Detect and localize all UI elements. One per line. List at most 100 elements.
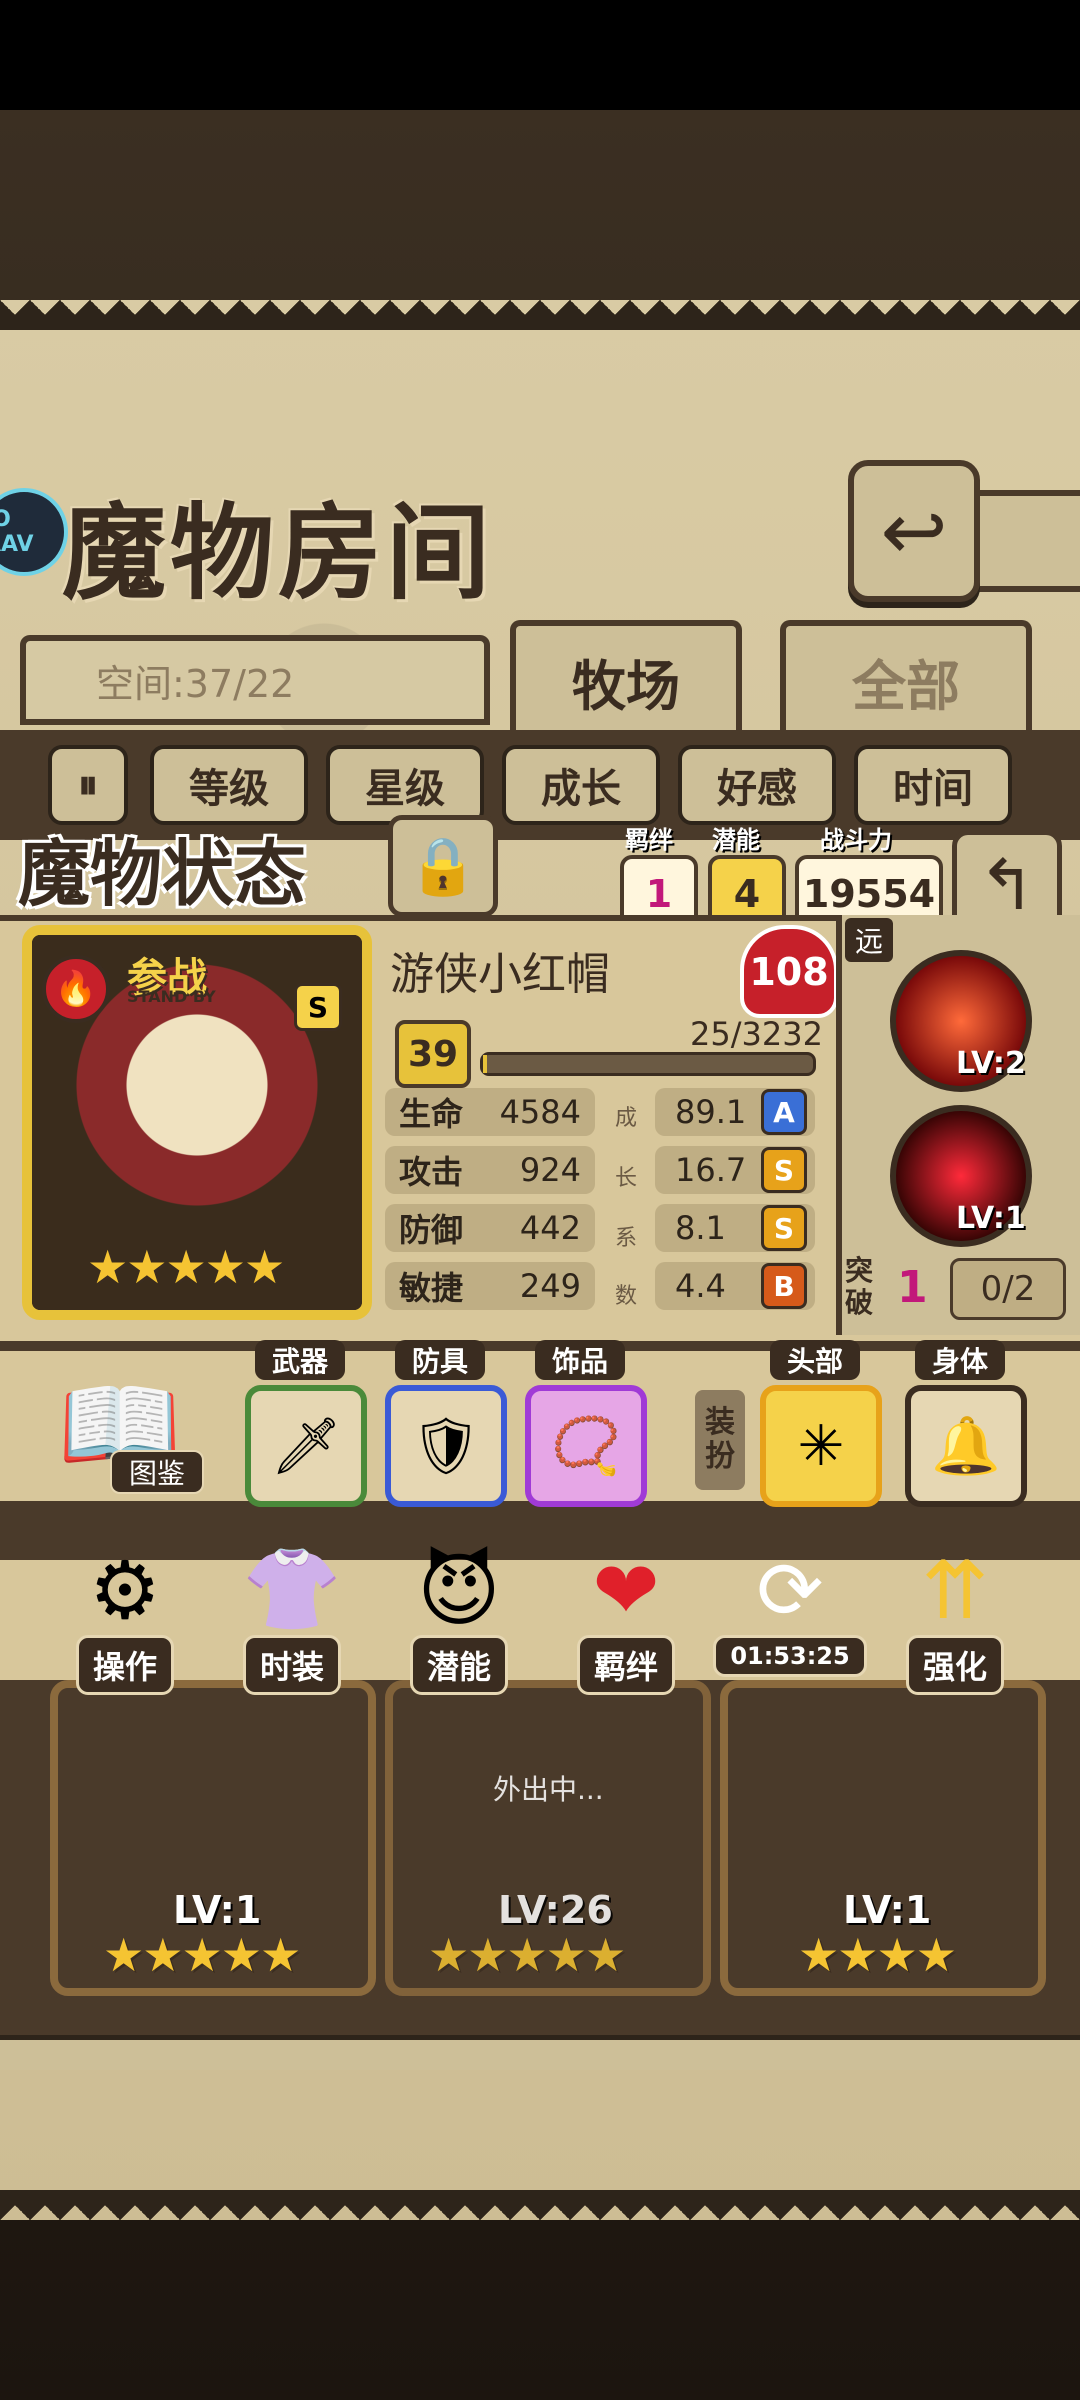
armor-slot[interactable]: 🛡 xyxy=(385,1385,507,1507)
operate-button[interactable]: ⚙ 操作 xyxy=(55,1535,195,1695)
shield-icon: 🛡 xyxy=(410,1414,482,1479)
dress-label: 装扮 xyxy=(695,1390,745,1490)
back-button-tab xyxy=(966,490,1080,592)
growth-value: 16.7 xyxy=(675,1151,747,1189)
growth-caption: 长 xyxy=(615,1166,638,1191)
accessory-slot[interactable]: 📿 xyxy=(525,1385,647,1507)
breakthrough-progress: 0/2 xyxy=(950,1258,1066,1320)
head-label: 头部 xyxy=(770,1340,860,1380)
back-button[interactable]: ↩ xyxy=(848,460,980,602)
lock-icon: 🔒 xyxy=(408,834,478,899)
filter-star[interactable]: 星级 xyxy=(326,745,484,825)
body-label: 身体 xyxy=(915,1340,1005,1380)
growth-value: 8.1 xyxy=(675,1209,726,1247)
breakthrough-label-2: 破 xyxy=(845,1286,874,1319)
hearts-icon: ❤ xyxy=(592,1543,660,1637)
breakthrough-value: 1 xyxy=(897,1262,928,1313)
growth-caption: 系 xyxy=(615,1226,638,1251)
growth-value: 4.4 xyxy=(675,1267,726,1305)
status-title: 魔物状态 xyxy=(18,832,307,916)
stat-value: 249 xyxy=(519,1267,581,1305)
card-stars: ★★★★★ xyxy=(103,1928,301,1982)
bond-label: 羁绊 xyxy=(625,826,673,854)
refresh-button[interactable]: ⟳ 01:53:25 xyxy=(713,1535,867,1695)
grade-badge: A xyxy=(761,1089,807,1135)
monster-card[interactable]: LV:1 ★★★★★ xyxy=(50,1680,376,1996)
growth-caption: 成 xyxy=(615,1106,638,1131)
skill-level: LV:2 xyxy=(956,1046,1026,1081)
tab-ranch[interactable]: 牧场 xyxy=(510,620,742,736)
filter-time[interactable]: 时间 xyxy=(854,745,1012,825)
grade-badge: S xyxy=(761,1205,807,1251)
outfit-icon: 👚 xyxy=(242,1543,342,1636)
potential-button[interactable]: 😈 潜能 xyxy=(389,1535,529,1695)
breakthrough-label-1: 突 xyxy=(845,1254,874,1287)
affection-heart: 108 xyxy=(740,925,838,1018)
enhance-button[interactable]: ⇈ 强化 xyxy=(885,1535,1025,1695)
fashion-button[interactable]: 👚 时装 xyxy=(222,1535,362,1695)
rank-badge: S xyxy=(294,983,342,1031)
filter-affection[interactable]: 好感 xyxy=(678,745,836,825)
stat-value: 924 xyxy=(519,1151,581,1189)
grade-badge: S xyxy=(761,1147,807,1193)
up-arrows-icon: ⇈ xyxy=(921,1543,989,1637)
enhance-label: 强化 xyxy=(905,1635,1004,1695)
skill-2-icon[interactable]: LV:1 xyxy=(890,1105,1032,1247)
return-arrow-icon: ↰ xyxy=(977,844,1037,926)
lock-button[interactable]: 🔒 xyxy=(388,815,498,917)
weapon-slot[interactable]: 🗡 xyxy=(245,1385,367,1507)
stat-value: 4584 xyxy=(499,1093,581,1131)
growth-caption: 数 xyxy=(615,1284,638,1309)
grade-badge: B xyxy=(761,1263,807,1309)
refresh-timer: 01:53:25 xyxy=(713,1635,867,1677)
card-level: LV:1 xyxy=(173,1888,262,1932)
return-arrow-icon: ↩ xyxy=(880,484,948,578)
card-stars: ★★★★ xyxy=(798,1928,957,1982)
growth-row: 16.7 S xyxy=(655,1146,815,1194)
weapon-label: 武器 xyxy=(255,1340,345,1380)
stat-label: 敏捷 xyxy=(399,1269,464,1307)
skill-1-icon[interactable]: LV:2 xyxy=(890,950,1032,1092)
potential-label: 潜能 xyxy=(712,826,760,854)
range-tag: 远 xyxy=(845,918,893,962)
page-title: 魔物房间 xyxy=(62,492,495,614)
operate-label: 操作 xyxy=(75,1635,174,1695)
level-badge: 39 xyxy=(395,1020,471,1088)
filter-growth[interactable]: 成长 xyxy=(502,745,660,825)
devil-icon: 😈 xyxy=(417,1543,501,1637)
grid-bottom-rail xyxy=(0,2035,1080,2070)
power-label: 战斗力 xyxy=(820,826,892,854)
stat-row: 攻击 924 xyxy=(385,1146,595,1194)
growth-row: 4.4 B xyxy=(655,1262,815,1310)
head-slot[interactable]: ✳ xyxy=(760,1385,882,1507)
stat-row: 生命 4584 xyxy=(385,1088,595,1136)
pinwheel-icon: ✳ xyxy=(797,1413,845,1479)
storage-space: 空间:37/22 xyxy=(20,635,490,725)
zigzag-border-top xyxy=(0,300,1080,330)
stat-row: 敏捷 249 xyxy=(385,1262,595,1310)
breakthrough-label: 突 破 xyxy=(845,1255,905,1325)
monster-card[interactable]: LV:1 ★★★★ xyxy=(720,1680,1046,1996)
gear-icon: ⚙ xyxy=(89,1543,161,1637)
refresh-icon: ⟳ xyxy=(756,1543,824,1637)
monster-card[interactable]: 外出中... LV:26 ★★★★★ xyxy=(385,1680,711,1996)
character-stars: ★★★★★ xyxy=(87,1240,285,1294)
card-stars: ★★★★★ xyxy=(428,1928,626,1982)
bond-label: 羁绊 xyxy=(576,1635,675,1695)
filter-level[interactable]: 等级 xyxy=(150,745,308,825)
codex-label[interactable]: 图鉴 xyxy=(110,1450,204,1494)
skill-level: LV:1 xyxy=(956,1201,1026,1236)
accessory-label: 饰品 xyxy=(535,1340,625,1380)
xp-text: 25/3232 xyxy=(690,1015,823,1053)
character-portrait[interactable]: 🔥 参战 STAND BY S ★★★★★ xyxy=(22,925,372,1320)
body-slot[interactable]: 🔔 xyxy=(905,1385,1027,1507)
card-level: LV:26 xyxy=(498,1888,613,1932)
bond-button[interactable]: ❤ 羁绊 xyxy=(556,1535,696,1695)
sword-icon: 🗡 xyxy=(270,1414,342,1479)
stat-row: 防御 442 xyxy=(385,1204,595,1252)
stat-label: 防御 xyxy=(399,1211,464,1249)
xp-bar xyxy=(480,1052,816,1076)
character-name: 游侠小红帽 xyxy=(390,949,610,1000)
tab-all[interactable]: 全部 xyxy=(780,620,1032,736)
sort-toggle-button[interactable]: ⏸ xyxy=(48,745,128,825)
